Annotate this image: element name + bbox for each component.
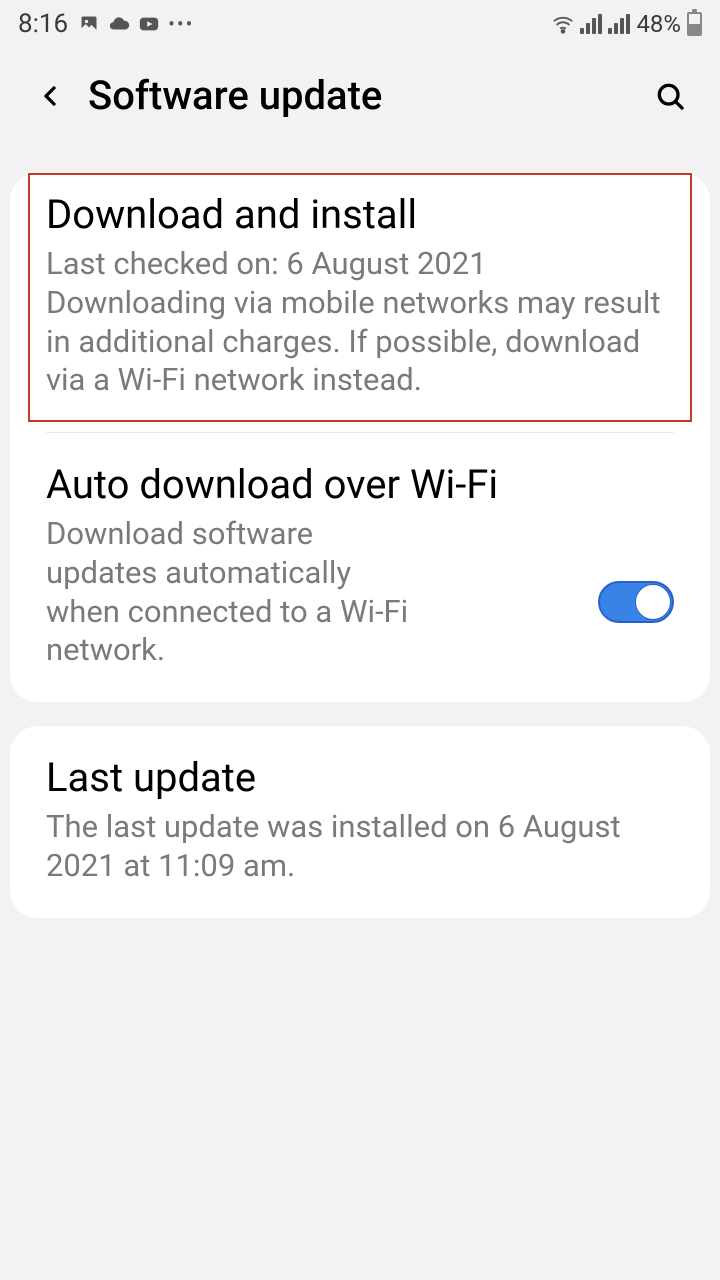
status-left: 8:16 •••: [18, 9, 194, 39]
signal-icon: [580, 14, 602, 34]
cloud-icon: [108, 13, 130, 35]
item-title: Auto download over Wi-Fi: [46, 461, 578, 509]
item-title: Download and install: [46, 191, 674, 239]
status-bar: 8:16 ••• 48%: [0, 0, 720, 44]
auto-download-toggle[interactable]: [598, 581, 674, 623]
item-title: Last update: [46, 754, 674, 802]
back-button[interactable]: [30, 76, 70, 116]
item-text: Auto download over Wi-Fi Download softwa…: [46, 461, 578, 670]
item-description: Download software updates automatically …: [46, 515, 426, 670]
battery-percentage: 48%: [636, 10, 681, 38]
signal-icon-2: [608, 14, 630, 34]
more-notifications-icon: •••: [168, 12, 194, 36]
gallery-icon: [78, 13, 100, 35]
download-and-install-item[interactable]: Download and install Last checked on: 6 …: [28, 173, 692, 422]
last-update-item[interactable]: Last update The last update was installe…: [10, 726, 710, 918]
status-time: 8:16: [18, 9, 68, 39]
app-header: Software update: [0, 44, 720, 159]
settings-card-2: Last update The last update was installe…: [10, 726, 710, 918]
settings-card-1: Download and install Last checked on: 6 …: [10, 173, 710, 702]
battery-icon: [687, 12, 702, 36]
auto-download-item[interactable]: Auto download over Wi-Fi Download softwa…: [10, 433, 710, 702]
search-button[interactable]: [650, 76, 690, 116]
search-icon: [654, 80, 686, 112]
toggle-knob: [635, 584, 671, 620]
youtube-icon: [138, 13, 160, 35]
status-right: 48%: [552, 10, 702, 38]
page-title: Software update: [88, 72, 650, 119]
wifi-icon: [552, 13, 574, 35]
chevron-left-icon: [34, 80, 66, 112]
item-description: Last checked on: 6 August 2021 Downloadi…: [46, 245, 674, 400]
item-description: The last update was installed on 6 Augus…: [46, 808, 674, 886]
status-notification-icons: •••: [78, 12, 194, 36]
